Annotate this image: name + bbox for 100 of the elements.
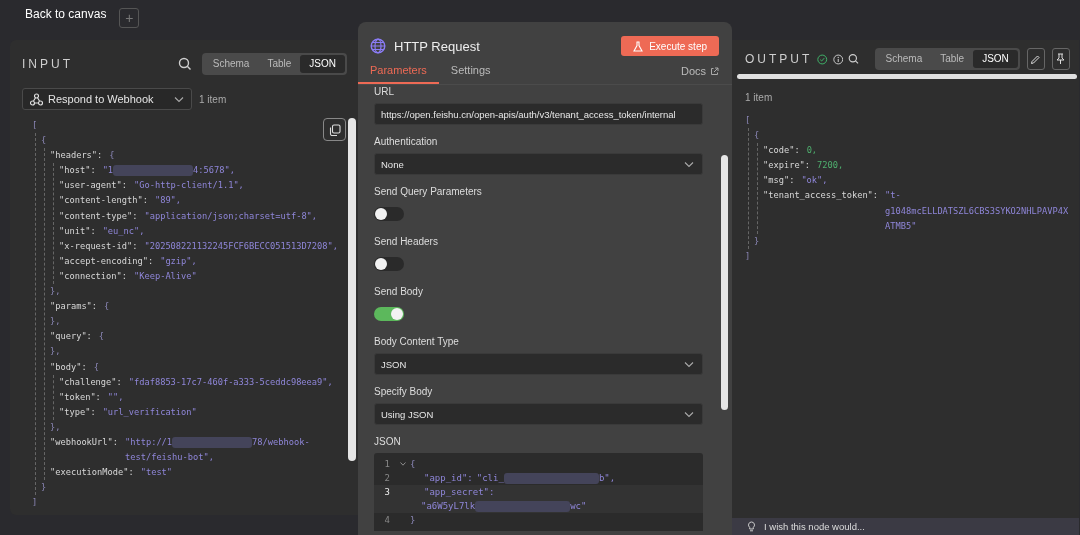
- json-value: "",: [107, 390, 124, 404]
- scrollbar[interactable]: [348, 118, 356, 461]
- docs-link[interactable]: Docs: [680, 65, 719, 84]
- json-value: ]: [32, 496, 38, 510]
- json-value: }: [754, 234, 760, 248]
- feedback-field[interactable]: I wish this node would...: [732, 518, 1079, 535]
- json-value: }: [410, 514, 416, 527]
- json-value: {: [410, 458, 416, 471]
- json-key: "challenge":: [59, 374, 122, 390]
- field-label: Send Query Parameters: [374, 185, 483, 199]
- json-value: "89",: [154, 194, 182, 208]
- field-label: Send Headers: [374, 235, 439, 249]
- json-key: "executionMode":: [50, 465, 134, 481]
- json-value: },: [50, 345, 61, 359]
- json-value: },: [50, 285, 61, 299]
- copy-button[interactable]: [323, 118, 346, 141]
- json-value: {: [93, 360, 99, 374]
- view-tab[interactable]: Table: [258, 55, 301, 73]
- json-key: "msg":: [763, 173, 795, 189]
- json-key: "tenant_access_token":: [763, 188, 879, 204]
- toggle-switch[interactable]: [374, 257, 404, 271]
- json-value: {: [754, 129, 760, 143]
- node-select[interactable]: Respond to Webhook: [22, 88, 192, 110]
- json-value: }: [41, 481, 47, 495]
- json-key: "body":: [50, 359, 87, 375]
- lightbulb-icon: [747, 521, 756, 532]
- panel-title: OUTPUT: [745, 52, 813, 66]
- json-value: },: [50, 315, 61, 329]
- json-value: {: [109, 149, 115, 163]
- field-label: Send Body: [374, 285, 424, 299]
- line-number: 4: [383, 514, 391, 527]
- json-value: {: [104, 300, 110, 314]
- json-value: wc": [570, 500, 587, 513]
- json-value: {: [41, 134, 47, 148]
- json-key: "token":: [59, 389, 101, 405]
- json-value: "fdaf8853-17c7-460f-a333-5ceddc98eea9",: [128, 375, 333, 389]
- line-number: 1: [383, 458, 391, 471]
- globe-icon: [370, 38, 386, 54]
- panel-tab[interactable]: Settings: [438, 63, 503, 84]
- json-value: "test": [140, 466, 173, 480]
- json-key: "content-length":: [59, 193, 148, 209]
- scrollbar[interactable]: [737, 74, 1077, 79]
- json-value: 78/webhook-: [252, 435, 310, 449]
- json-value: "202508221132245FCF6BECC051513D7208",: [144, 239, 338, 253]
- view-tab[interactable]: Schema: [876, 50, 932, 68]
- external-link-icon: [710, 66, 719, 76]
- json-value: "eu_nc",: [102, 224, 145, 238]
- toggle-switch[interactable]: [374, 307, 404, 321]
- field-label: Authentication: [374, 135, 439, 149]
- json-value: g1048mcELLDATSZL6CBS3SYKO2NHLPAVP4X: [885, 204, 1069, 218]
- pin-icon: [1055, 53, 1067, 65]
- field-label: Body Content Type: [374, 335, 460, 349]
- view-tab[interactable]: JSON: [973, 50, 1018, 68]
- chevron-down-icon: [174, 95, 184, 103]
- toggle-switch[interactable]: [374, 207, 404, 221]
- field-label: URL: [374, 85, 395, 99]
- info-icon: [832, 52, 844, 66]
- json-value: },: [50, 420, 61, 434]
- code-editor[interactable]: 1 { 2 "app_id": "cli_ b", 3 "app_secret": "a6W5yL7lk wc" 4 }: [374, 453, 703, 531]
- check-circle-icon: [817, 52, 828, 66]
- select-field[interactable]: Using JSON: [374, 403, 703, 425]
- json-value: "url_verification": [102, 405, 197, 419]
- json-value: {: [98, 330, 105, 344]
- node-title: HTTP Request: [394, 38, 480, 54]
- field-label: JSON: [374, 435, 402, 449]
- scrollbar[interactable]: [721, 155, 728, 410]
- view-tab[interactable]: Schema: [203, 55, 259, 73]
- json-key: "query":: [50, 329, 92, 345]
- json-key: "params":: [50, 299, 98, 315]
- json-value: ]: [745, 249, 751, 263]
- back-link[interactable]: Back to canvas: [25, 7, 107, 21]
- select-field[interactable]: JSON: [374, 353, 703, 375]
- json-value: [: [32, 119, 38, 132]
- pin-button[interactable]: [1051, 48, 1070, 70]
- json-value: ATMB5": [885, 219, 918, 233]
- view-tab[interactable]: JSON: [300, 55, 345, 73]
- select-field[interactable]: None: [374, 153, 703, 175]
- item-count: 1 item: [745, 92, 774, 103]
- view-tab[interactable]: Table: [931, 50, 974, 68]
- json-key: "unit":: [59, 223, 96, 239]
- json-value: 0,: [806, 144, 818, 158]
- chevron-down-icon: [684, 160, 694, 168]
- json-value: "http://1: [125, 435, 173, 449]
- item-count: 1 item: [199, 93, 227, 105]
- json-key: "connection":: [59, 268, 127, 285]
- json-key: "accept-encoding":: [59, 253, 154, 269]
- webhook-icon: [30, 92, 43, 106]
- field-label: Specify Body: [374, 385, 434, 399]
- fold-caret-icon: [400, 462, 406, 466]
- json-value: "application/json;charset=utf-8",: [144, 209, 318, 223]
- json-key: "expire":: [763, 158, 811, 174]
- json-key: "code":: [763, 143, 800, 159]
- url-field[interactable]: https://open.feishu.cn/open-apis/auth/v3/tenant_access_token/internal: [374, 103, 703, 125]
- json-value: "t-: [885, 189, 901, 203]
- line-number: 2: [383, 472, 391, 485]
- chevron-down-icon: [684, 410, 694, 418]
- json-key: "app_id":: [424, 471, 473, 485]
- json-value: "Keep-Alive": [134, 269, 197, 283]
- json-value: "ok",: [801, 174, 828, 188]
- edit-button[interactable]: [1026, 48, 1045, 70]
